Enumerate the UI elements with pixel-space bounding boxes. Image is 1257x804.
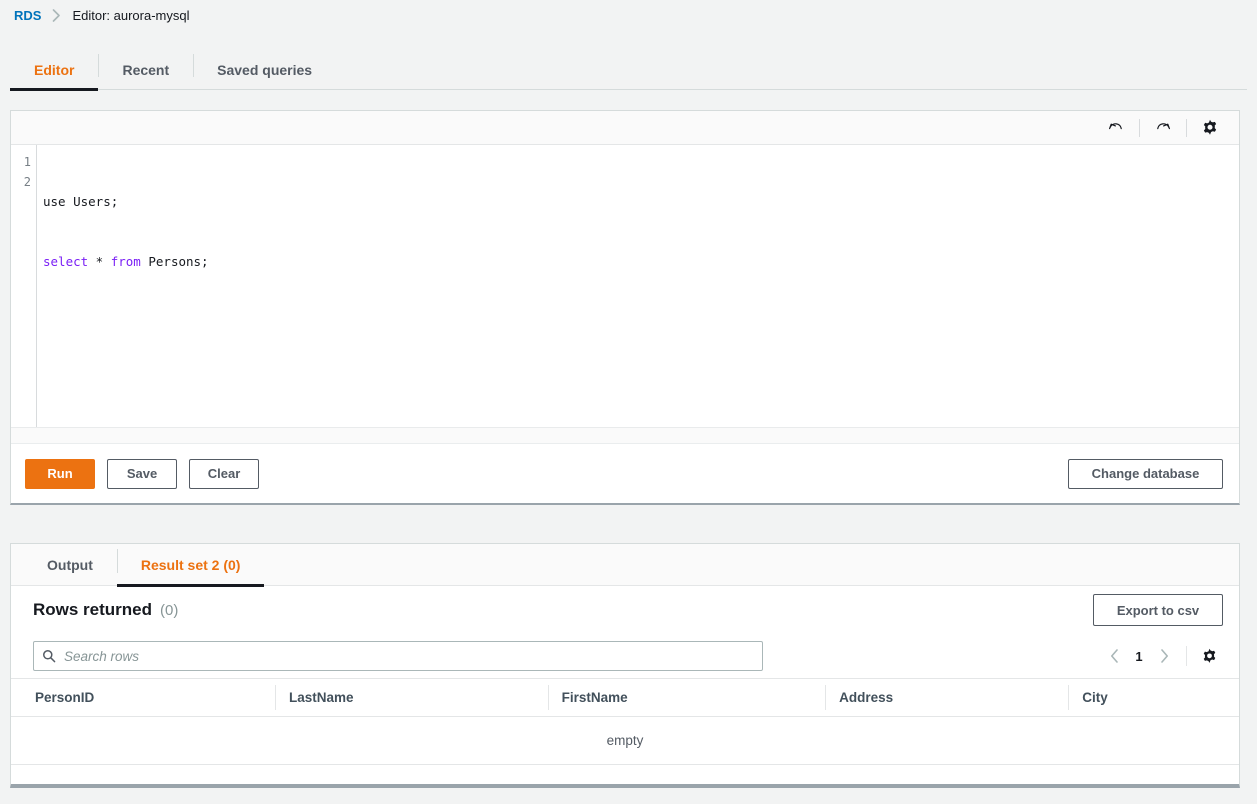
code-text: *: [88, 254, 111, 269]
gear-icon[interactable]: [1195, 642, 1223, 670]
pagination-divider: [1186, 646, 1187, 666]
line-number: 2: [11, 172, 31, 192]
search-rows-box[interactable]: [33, 641, 763, 671]
column-header-address[interactable]: Address: [825, 679, 1068, 717]
rds-query-editor-page: RDS Editor: aurora-mysql Editor Recent S…: [0, 0, 1257, 804]
toolbar-divider-1: [1139, 119, 1140, 137]
chevron-right-icon: [52, 9, 61, 22]
editor-statusbar: [11, 427, 1239, 443]
tab-result-set[interactable]: Result set 2 (0): [117, 544, 265, 586]
sql-code-editor[interactable]: 1 2 use Users; select * from Persons;: [11, 145, 1239, 427]
gear-icon[interactable]: [1195, 116, 1225, 140]
tab-editor-label: Editor: [34, 62, 74, 78]
rows-search-row: 1: [11, 634, 1239, 678]
undo-icon[interactable]: [1101, 116, 1131, 140]
tab-editor[interactable]: Editor: [10, 49, 98, 90]
page-number-1[interactable]: 1: [1128, 649, 1150, 664]
breadcrumb: RDS Editor: aurora-mysql: [0, 0, 1257, 30]
code-text: Persons;: [141, 254, 209, 269]
empty-state-message: empty: [11, 717, 1239, 765]
chevron-left-icon[interactable]: [1100, 642, 1128, 670]
results-table-body: empty: [11, 717, 1239, 765]
column-header-city[interactable]: City: [1068, 679, 1239, 717]
results-table: PersonID LastName FirstName Address City…: [11, 678, 1239, 765]
breadcrumb-current: Editor: aurora-mysql: [72, 8, 189, 23]
code-line-2: select * from Persons;: [43, 252, 1239, 272]
search-rows-input[interactable]: [64, 642, 762, 670]
results-table-head: PersonID LastName FirstName Address City: [11, 679, 1239, 717]
sql-keyword-from: from: [111, 254, 141, 269]
tab-recent[interactable]: Recent: [98, 49, 193, 90]
horizontal-scrollbar[interactable]: [11, 780, 1239, 784]
table-header-row: PersonID LastName FirstName Address City: [11, 679, 1239, 717]
main-tabbar: Editor Recent Saved queries: [0, 49, 1257, 90]
clear-button[interactable]: Clear: [189, 459, 259, 489]
export-to-csv-button[interactable]: Export to csv: [1093, 594, 1223, 626]
results-tabbar: Output Result set 2 (0): [11, 544, 1239, 586]
column-header-personid[interactable]: PersonID: [11, 679, 275, 717]
sql-keyword-select: select: [43, 254, 88, 269]
editor-action-bar: Run Save Clear Change database: [11, 443, 1239, 503]
results-panel: Output Result set 2 (0) Rows returned (0…: [10, 543, 1240, 788]
tab-output[interactable]: Output: [23, 544, 117, 586]
chevron-right-icon[interactable]: [1150, 642, 1178, 670]
line-number: 1: [11, 152, 31, 172]
change-database-button[interactable]: Change database: [1068, 459, 1223, 489]
save-button[interactable]: Save: [107, 459, 177, 489]
tab-saved-queries-label: Saved queries: [217, 62, 312, 78]
code-text: use Users;: [43, 194, 118, 209]
column-header-lastname[interactable]: LastName: [275, 679, 548, 717]
tab-result-set-label: Result set 2 (0): [141, 557, 241, 573]
toolbar-divider-2: [1186, 119, 1187, 137]
redo-icon[interactable]: [1148, 116, 1178, 140]
rows-returned-header: Rows returned (0) Export to csv: [11, 586, 1239, 634]
tab-output-label: Output: [47, 557, 93, 573]
rows-returned-count: (0): [160, 602, 178, 619]
editor-line-numbers: 1 2: [11, 145, 37, 427]
tab-saved-queries[interactable]: Saved queries: [193, 49, 336, 90]
editor-toolbar: [11, 111, 1239, 145]
code-line-1: use Users;: [43, 192, 1239, 212]
results-table-wrapper: PersonID LastName FirstName Address City…: [11, 678, 1239, 784]
breadcrumb-link-rds[interactable]: RDS: [14, 8, 41, 23]
pagination: 1: [1100, 642, 1225, 670]
run-button[interactable]: Run: [25, 459, 95, 489]
editor-code-lines: use Users; select * from Persons;: [37, 145, 1239, 427]
rows-returned-title: Rows returned: [33, 600, 152, 620]
sql-editor-panel: 1 2 use Users; select * from Persons; Ru…: [10, 110, 1240, 505]
column-header-firstname[interactable]: FirstName: [548, 679, 826, 717]
tab-recent-label: Recent: [122, 62, 169, 78]
table-row-empty: empty: [11, 717, 1239, 765]
search-icon: [34, 649, 64, 663]
